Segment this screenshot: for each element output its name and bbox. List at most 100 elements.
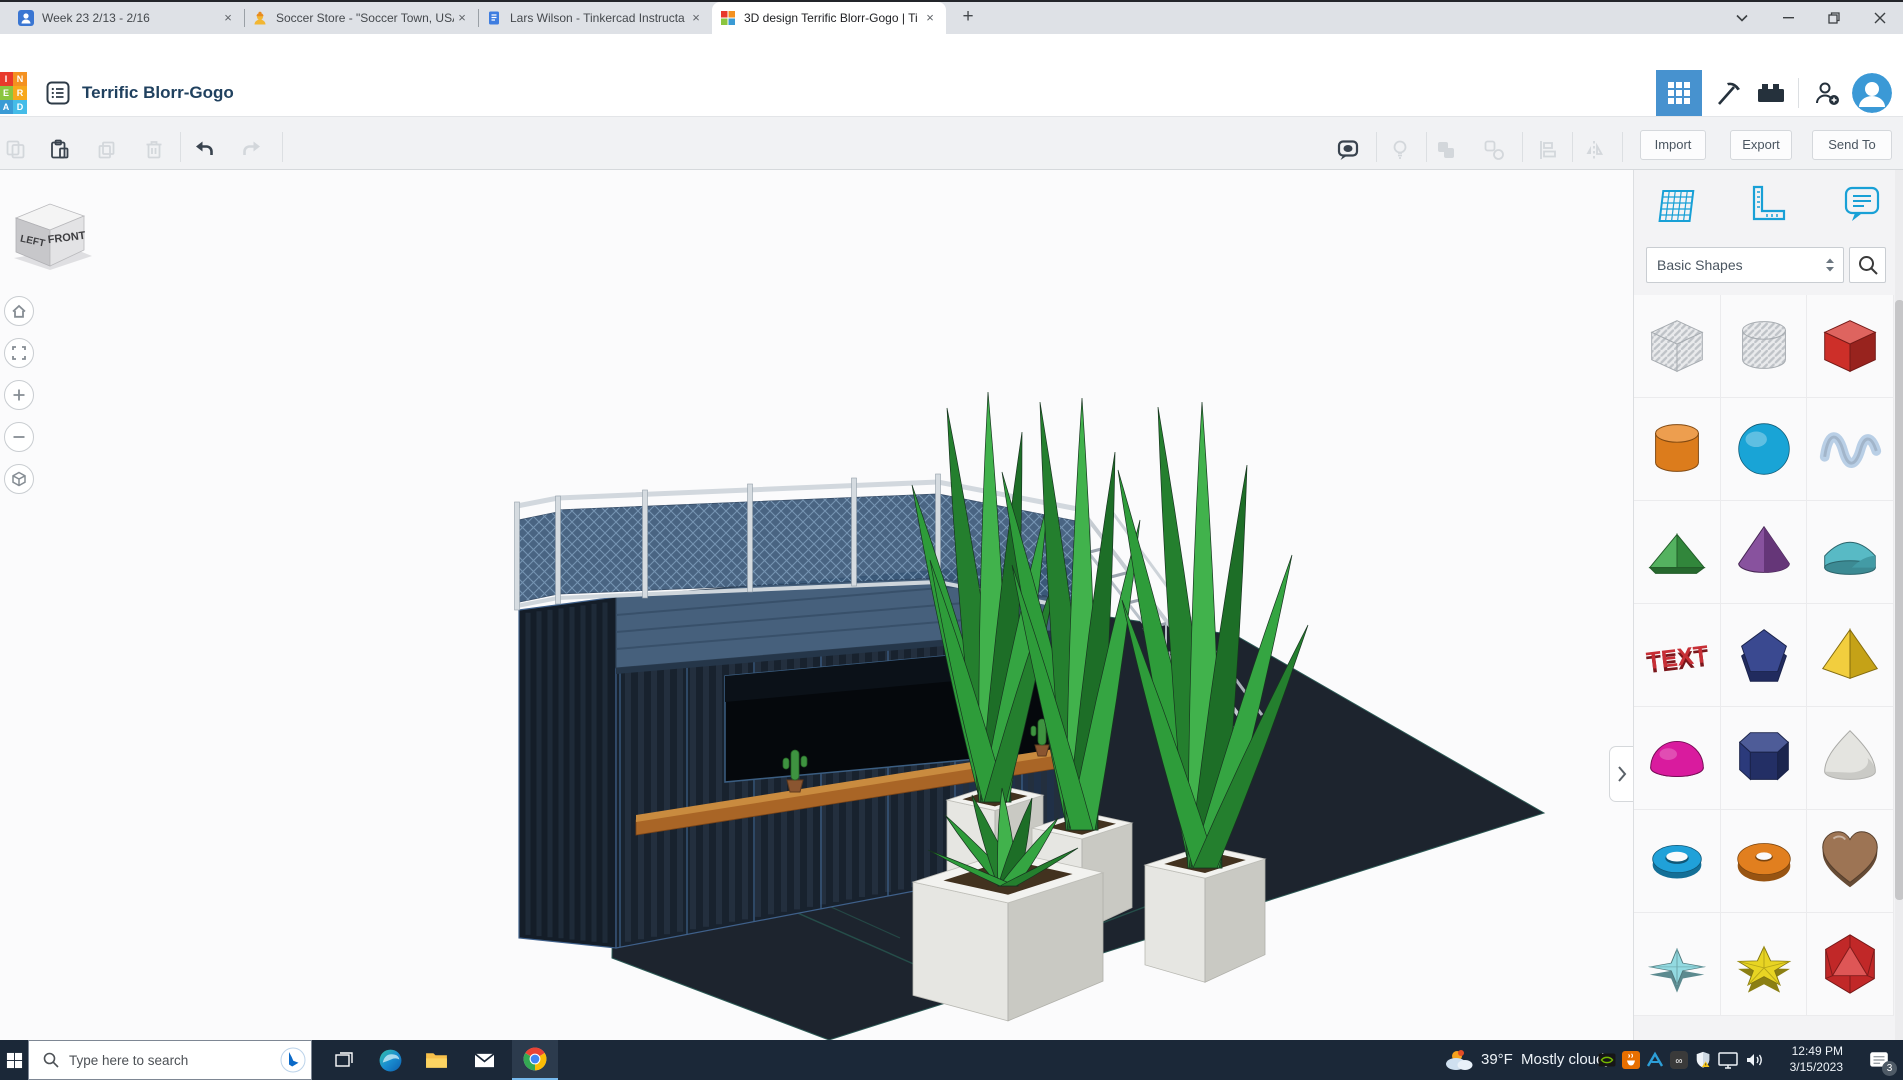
shape-item-star[interactable] (1720, 913, 1808, 1016)
logo-tile: I (0, 72, 13, 86)
tab-close-icon[interactable]: × (220, 10, 236, 26)
home-view-button[interactable] (4, 296, 34, 326)
blocks-view-button[interactable] (1656, 70, 1702, 116)
design-menu-icon[interactable] (46, 81, 70, 105)
zoom-in-button[interactable] (4, 380, 34, 410)
svg-text:∞: ∞ (1675, 1056, 1682, 1067)
shape-item-tube[interactable] (1634, 810, 1721, 913)
export-button[interactable]: Export (1730, 130, 1792, 160)
minimize-button[interactable] (1765, 2, 1811, 34)
light-bulb-icon[interactable] (1388, 138, 1412, 162)
shape-item-pyramid[interactable] (1807, 604, 1895, 707)
tinkercad-user-avatar[interactable] (1852, 73, 1892, 113)
security-shield-icon[interactable] (1694, 1050, 1712, 1070)
shape-item-box-transparent[interactable] (1634, 295, 1721, 398)
tinkercad-logo[interactable]: TINKERCAD (0, 72, 27, 114)
mail-icon[interactable] (462, 1040, 506, 1080)
shape-category-dropdown[interactable]: Basic Shapes (1646, 247, 1844, 283)
undo-icon[interactable] (192, 138, 216, 162)
shape-item-cylinder[interactable] (1634, 398, 1721, 501)
perspective-toggle-button[interactable] (4, 464, 34, 494)
shape-item-box[interactable] (1807, 295, 1895, 398)
brick-icon[interactable] (1748, 70, 1794, 116)
maximize-button[interactable] (1811, 2, 1857, 34)
speaker-icon[interactable] (1744, 1051, 1764, 1069)
weather-temp[interactable]: 39°F (1481, 1051, 1513, 1068)
view-cube[interactable]: LEFT FRONT (4, 196, 96, 282)
ungroup-icon[interactable] (1482, 138, 1506, 162)
redo-icon[interactable] (240, 138, 264, 162)
shape-item-torus[interactable] (1720, 810, 1808, 913)
minecraft-pickaxe-icon[interactable] (1706, 70, 1752, 116)
logo-tile: E (0, 86, 13, 100)
shape-item-heart[interactable] (1807, 810, 1895, 913)
bing-chat-icon[interactable] (280, 1047, 306, 1073)
shape-item-cone[interactable] (1720, 501, 1808, 604)
notes-tool-icon[interactable] (1841, 183, 1883, 225)
invite-person-icon[interactable] (1804, 70, 1850, 116)
ruler-tool-icon[interactable] (1744, 183, 1786, 225)
browser-tab[interactable]: Soccer Store - "Soccer Town, USA" × (244, 2, 478, 34)
panel-scrollbar-thumb[interactable] (1895, 300, 1903, 900)
design-title[interactable]: Terrific Blorr-Gogo (82, 70, 234, 116)
workplane-tool-icon[interactable] (1653, 183, 1695, 225)
panel-collapse-toggle[interactable] (1609, 746, 1634, 802)
creative-cloud-icon[interactable]: ∞ (1670, 1051, 1688, 1069)
nvidia-icon[interactable] (1598, 1051, 1616, 1069)
browser-tab[interactable]: Week 23 2/13 - 2/16 × (10, 2, 244, 34)
file-explorer-icon[interactable] (414, 1040, 458, 1080)
start-button[interactable] (0, 1040, 28, 1080)
shape-search-button[interactable] (1849, 247, 1886, 283)
chevron-right-icon (1618, 766, 1627, 782)
browser-tab[interactable]: Lars Wilson - Tinkercad Instructa × (478, 2, 712, 34)
shape-item-roof[interactable] (1634, 501, 1721, 604)
shape-item-paraboloid[interactable] (1807, 707, 1895, 810)
task-view-button[interactable] (322, 1040, 366, 1080)
tab-close-icon[interactable]: × (454, 10, 470, 26)
3d-canvas[interactable]: LEFT FRONT Settings Snap Grid 1.0 mm ▲ (0, 170, 1634, 1040)
weather-icon[interactable] (1443, 1045, 1475, 1075)
zoom-out-button[interactable] (4, 422, 34, 452)
taskbar-clock[interactable]: 12:49 PM 3/15/2023 (1773, 1043, 1843, 1075)
java-icon[interactable] (1622, 1051, 1640, 1069)
fit-view-button[interactable] (4, 338, 34, 368)
notification-center-icon[interactable]: 3 (1867, 1048, 1897, 1076)
import-button[interactable]: Import (1640, 130, 1706, 160)
3d-scene[interactable] (0, 170, 1633, 1040)
search-placeholder: Type here to search (69, 1052, 189, 1068)
shape-item-scribble[interactable] (1807, 398, 1895, 501)
shape-item-polygon[interactable] (1720, 604, 1808, 707)
duplicate-icon[interactable] (96, 138, 120, 162)
delete-icon[interactable] (142, 138, 166, 162)
browser-tabstrip: Week 23 2/13 - 2/16 × Soccer Store - "Socc… (0, 2, 1903, 34)
align-icon[interactable] (1536, 138, 1560, 162)
shape-item-text[interactable]: TEXT TEXT (1634, 604, 1721, 707)
browser-tab[interactable]: 3D design Terrific Blorr-Gogo | Ti × (712, 2, 946, 34)
autodesk-icon[interactable] (1646, 1051, 1664, 1069)
editor-toolbar (0, 117, 1903, 170)
chrome-icon[interactable] (512, 1040, 558, 1080)
copy-icon[interactable] (4, 138, 28, 162)
shape-item-round-roof[interactable] (1807, 501, 1895, 604)
display-icon[interactable] (1718, 1051, 1738, 1069)
logo-tile: D (13, 100, 27, 114)
shape-item-star[interactable] (1634, 913, 1721, 1016)
shape-item-icosahedron[interactable] (1807, 913, 1895, 1016)
edge-icon[interactable] (368, 1040, 412, 1080)
tab-search-chevron-icon[interactable] (1719, 2, 1765, 34)
notes-visibility-icon[interactable] (1336, 138, 1360, 162)
shape-item-sphere[interactable] (1720, 398, 1808, 501)
paste-icon[interactable] (48, 138, 72, 162)
tinkercad-header (0, 70, 1903, 117)
shape-item-half-sphere[interactable] (1634, 707, 1721, 810)
tab-close-icon[interactable]: × (922, 10, 938, 26)
send-to-button[interactable]: Send To (1812, 130, 1892, 160)
tab-close-icon[interactable]: × (688, 10, 704, 26)
close-window-button[interactable] (1857, 2, 1903, 34)
mirror-icon[interactable] (1582, 138, 1606, 162)
taskbar-search-box[interactable]: Type here to search (28, 1040, 312, 1080)
group-icon[interactable] (1434, 138, 1458, 162)
shape-item-cylinder-transparent[interactable] (1720, 295, 1808, 398)
shape-item-prism[interactable] (1720, 707, 1808, 810)
new-tab-button[interactable]: + (954, 4, 982, 32)
